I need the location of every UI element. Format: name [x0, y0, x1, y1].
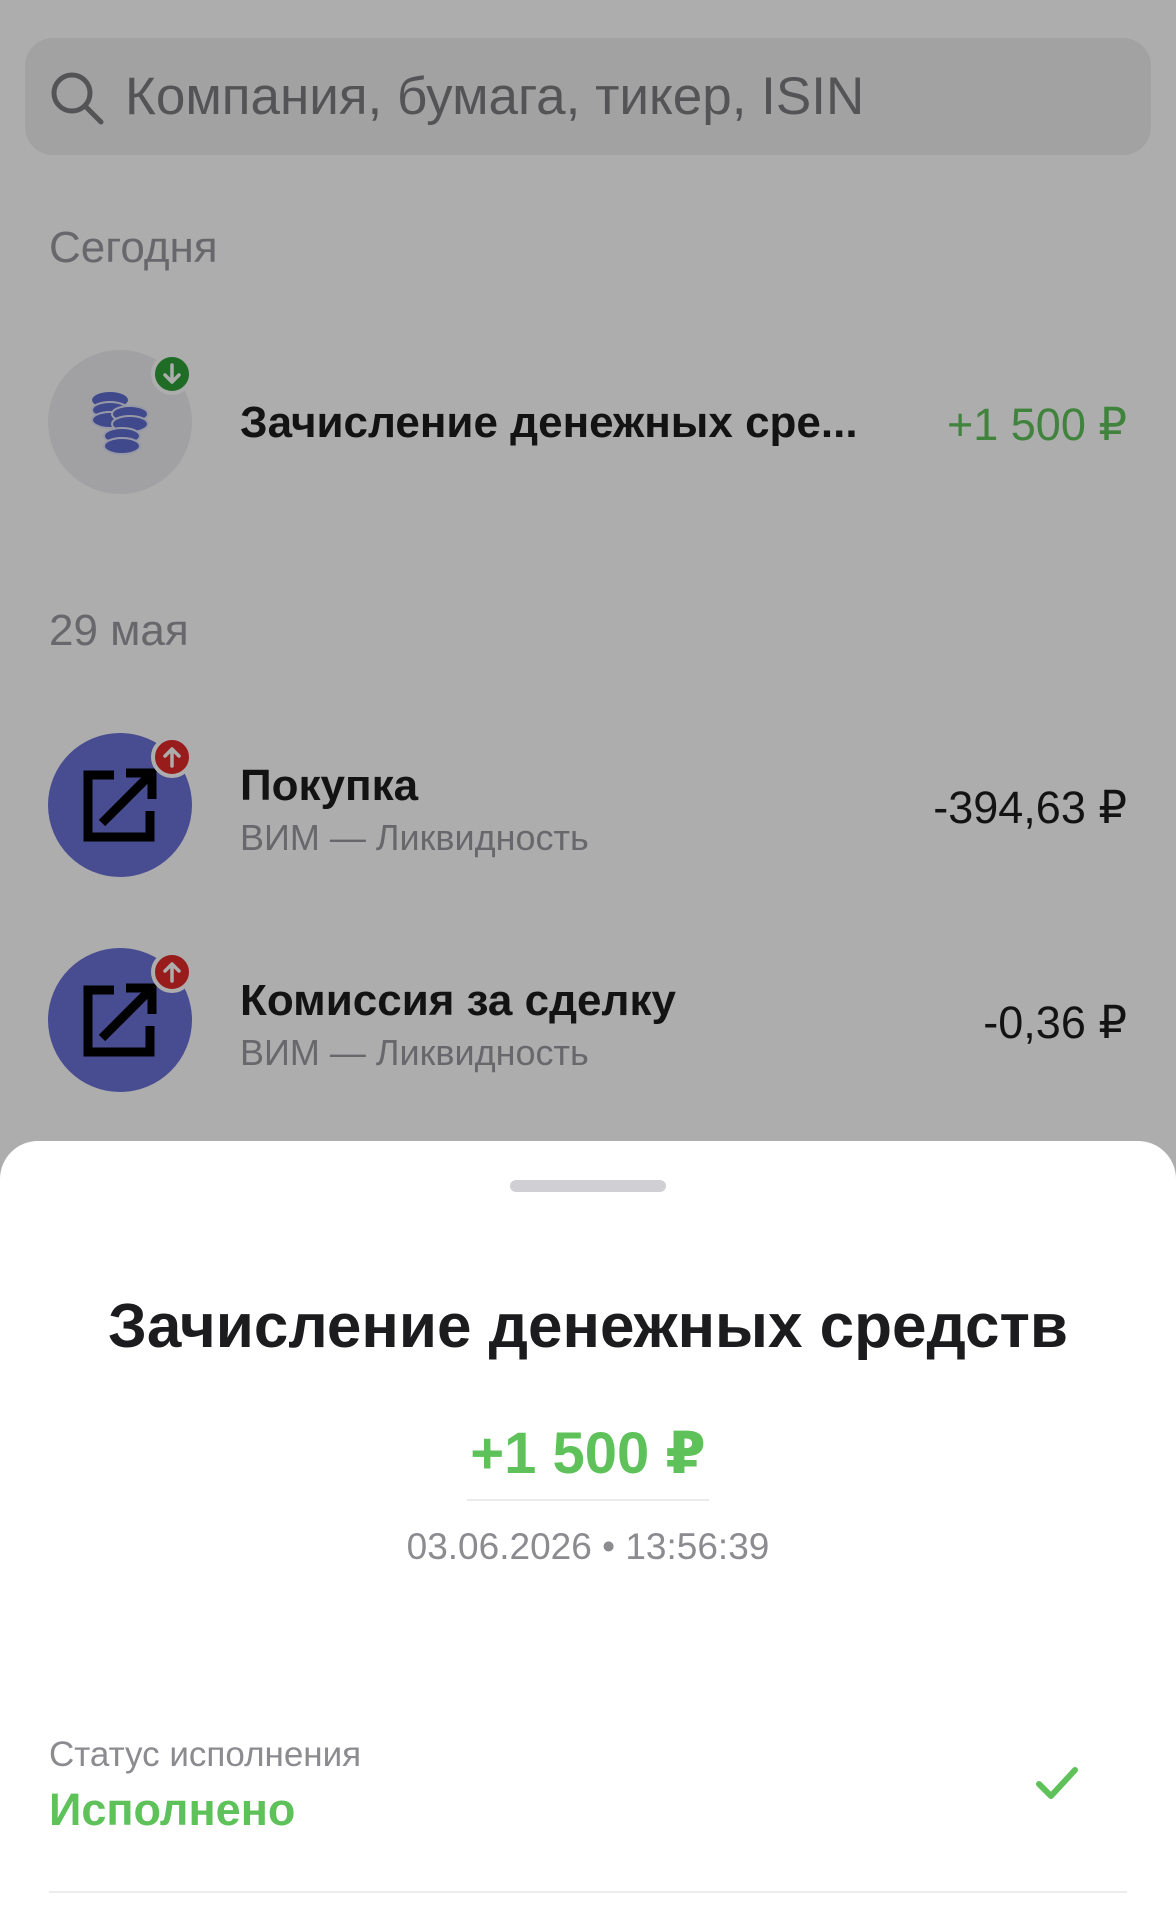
operation-amount: -394,63 ₽ — [933, 782, 1127, 833]
divider — [49, 1891, 1127, 1893]
status-value: Исполнено — [49, 1784, 296, 1835]
arrow-up-icon — [151, 951, 193, 993]
sheet-title: Зачисление денежных средств — [107, 1292, 1069, 1361]
status-label: Статус исполнения — [49, 1735, 362, 1774]
operation-title: Комиссия за сделку — [240, 976, 676, 1025]
operation-amount: +1 500 ₽ — [946, 399, 1127, 450]
sheet-grabber[interactable] — [510, 1180, 666, 1192]
operation-subtitle: ВИМ — Ликвидность — [240, 817, 589, 858]
operation-row-commission[interactable]: Комиссия за сделку ВИМ — Ликвидность -0,… — [0, 948, 1176, 1092]
operation-details-sheet: Зачисление денежных средств +1 500 ₽ 03.… — [0, 1141, 1176, 1920]
sheet-datetime: 03.06.2026 • 13:56:39 — [406, 1526, 770, 1567]
operation-title: Покупка — [240, 761, 419, 810]
arrow-down-icon — [151, 353, 193, 395]
search-input[interactable] — [125, 56, 1125, 136]
section-label-date: 29 мая — [49, 606, 189, 655]
search-icon — [51, 72, 104, 125]
operation-row-deposit[interactable]: Зачисление денежных сре... +1 500 ₽ — [0, 350, 1176, 494]
operation-title: Зачисление денежных сре... — [240, 398, 858, 447]
arrow-up-icon — [151, 736, 193, 778]
amount-underline — [467, 1499, 709, 1501]
operation-row-purchase[interactable]: Покупка ВИМ — Ликвидность -394,63 ₽ — [0, 733, 1176, 877]
checkmark-icon — [1036, 1767, 1078, 1799]
search-bar[interactable] — [25, 38, 1151, 155]
sheet-amount: +1 500 ₽ — [470, 1421, 706, 1486]
operation-subtitle: ВИМ — Ликвидность — [240, 1032, 589, 1073]
section-label-today: Сегодня — [49, 223, 218, 272]
operation-amount: -0,36 ₽ — [983, 997, 1127, 1048]
